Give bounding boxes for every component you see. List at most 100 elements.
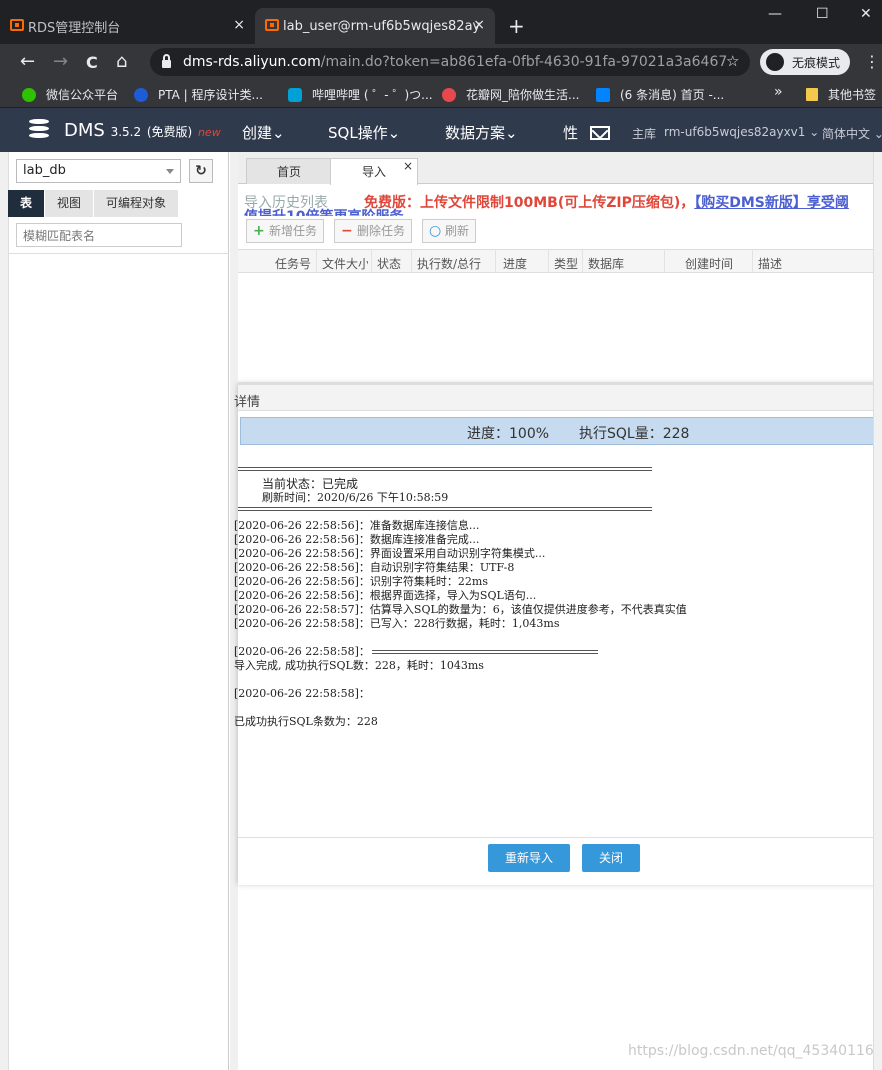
menu-create[interactable]: 创建⌄ bbox=[242, 122, 285, 143]
language-selector[interactable]: 简体中文 ⌄ bbox=[822, 125, 882, 142]
bilibili-icon bbox=[288, 87, 302, 102]
maximize-button[interactable]: ☐ bbox=[816, 6, 829, 22]
database-select[interactable]: lab_db bbox=[16, 159, 181, 183]
tab-programmable-objects[interactable]: 可编程对象 bbox=[94, 190, 178, 217]
bookmark-pta[interactable]: PTA | 程序设计类... bbox=[134, 86, 263, 103]
dms-name: DMS bbox=[64, 120, 105, 141]
dms-title: DMS 3.5.2 (免费版) new bbox=[64, 120, 221, 141]
add-task-button[interactable]: + 新增任务 bbox=[246, 219, 325, 243]
lock-icon bbox=[162, 54, 171, 68]
refresh-time-line: 刷新时间：2020/6/26 下午10:58:59 bbox=[262, 491, 449, 504]
tab-close-icon[interactable]: × bbox=[403, 153, 413, 179]
refresh-label: 刷新 bbox=[445, 224, 470, 238]
column-progress[interactable]: 进度 bbox=[503, 255, 527, 272]
tab-close-icon[interactable]: × bbox=[233, 17, 245, 33]
column-status[interactable]: 状态 bbox=[377, 255, 401, 272]
forward-button[interactable]: → bbox=[53, 51, 68, 72]
chevron-down-icon bbox=[166, 169, 174, 174]
browser-tab-rds-console[interactable]: RDS管理控制台 × bbox=[0, 8, 255, 44]
bookmark-wechat[interactable]: 微信公众平台 bbox=[22, 86, 118, 103]
new-tab-button[interactable]: + bbox=[508, 14, 525, 38]
import-log: 当前状态：已完成 刷新时间：2020/6/26 下午10:58:59 [2020… bbox=[234, 461, 882, 769]
bookmark-star-icon[interactable]: ☆ bbox=[726, 52, 739, 70]
home-button[interactable]: ⌂ bbox=[116, 51, 127, 72]
database-select-value: lab_db bbox=[23, 163, 66, 178]
log-line: [2020-06-26 22:58:56]：自动识别字符集结果：UTF-8 bbox=[234, 561, 515, 574]
bookmark-zhihu[interactable]: (6 条消息) 首页 -... bbox=[596, 86, 724, 103]
delete-task-button[interactable]: − 删除任务 bbox=[334, 219, 413, 243]
instance-selector[interactable]: rm-uf6b5wqjes82ayxv1 ⌄ bbox=[664, 125, 819, 139]
sidebar-divider bbox=[8, 253, 229, 254]
tab-views[interactable]: 视图 bbox=[45, 190, 93, 217]
column-type[interactable]: 类型 bbox=[554, 255, 578, 272]
page-scrollbar[interactable] bbox=[873, 152, 882, 1070]
pta-icon bbox=[134, 87, 148, 102]
bookmark-huaban[interactable]: 花瓣网_陪你做生活... bbox=[442, 86, 579, 103]
column-database[interactable]: 数据库 bbox=[588, 255, 624, 272]
final-line: 已成功执行SQL条数为：228 bbox=[234, 715, 378, 728]
tab-home[interactable]: 首页 bbox=[246, 158, 332, 184]
menu-data-solutions[interactable]: 数据方案⌄ bbox=[445, 122, 518, 143]
column-created-time[interactable]: 创建时间 bbox=[685, 255, 733, 272]
close-dialog-button[interactable]: 关闭 bbox=[582, 844, 640, 872]
bookmarks-more-button[interactable]: » bbox=[774, 84, 783, 100]
dialog-footer: 重新导入 关闭 bbox=[238, 837, 882, 885]
incognito-label: 无痕模式 bbox=[792, 55, 841, 70]
url-path: /main.do?token=ab861efa-0fbf-4630-91fa-9… bbox=[320, 54, 728, 70]
tab-tables[interactable]: 表 bbox=[8, 190, 44, 217]
object-type-tabs: 表 视图 可编程对象 bbox=[8, 190, 228, 217]
other-bookmarks[interactable]: 其他书签 bbox=[806, 86, 876, 103]
browser-tab-dms[interactable]: lab_user@rm-uf6b5wqjes82ay × bbox=[255, 8, 495, 44]
tab-close-icon[interactable]: × bbox=[473, 17, 485, 33]
huaban-icon bbox=[442, 87, 456, 102]
column-file-size[interactable]: 文件大小 bbox=[322, 255, 368, 272]
log-divider bbox=[238, 507, 652, 511]
dialog-titlebar bbox=[238, 385, 882, 411]
new-badge: new bbox=[197, 126, 221, 139]
import-progress-bar: 进度：100% 执行SQL量：228 bbox=[240, 417, 882, 445]
refresh-button[interactable]: ○ 刷新 bbox=[422, 219, 477, 243]
refresh-objects-button[interactable]: ↻ bbox=[189, 159, 213, 183]
bookmarks-bar: 微信公众平台 PTA | 程序设计类... 哔哩哔哩 ( ゜- ゜)つ... 花… bbox=[0, 80, 882, 108]
summary-line: 导入完成, 成功执行SQL数：228，耗时：1043ms bbox=[234, 659, 484, 672]
browser-tab-title: RDS管理控制台 bbox=[28, 20, 121, 36]
column-description[interactable]: 描述 bbox=[758, 255, 782, 272]
table-filter-input[interactable]: 模糊匹配表名 bbox=[16, 223, 182, 247]
browser-tab-title: lab_user@rm-uf6b5wqjes82ay bbox=[283, 18, 481, 34]
log-line: [2020-06-26 22:58:58]：已写入：228行数据，耗时：1,04… bbox=[234, 617, 560, 630]
dialog-title: 详情 bbox=[234, 395, 261, 410]
tab-import[interactable]: 导入 × bbox=[330, 158, 418, 185]
log-line: [2020-06-26 22:58:56]：界面设置采用自动识别字符集模式... bbox=[234, 547, 546, 560]
log-line: [2020-06-26 22:58:56]：根据界面选择，导入为SQL语句... bbox=[234, 589, 537, 602]
summary-time: [2020-06-26 22:58:58]： bbox=[234, 645, 370, 658]
reimport-button[interactable]: 重新导入 bbox=[488, 844, 570, 872]
bookmark-label: 其他书签 bbox=[828, 88, 877, 102]
back-button[interactable]: ← bbox=[20, 51, 35, 72]
workspace-tabs: 首页 导入 × bbox=[238, 152, 882, 185]
log-divider bbox=[372, 650, 598, 654]
mail-icon[interactable] bbox=[590, 126, 610, 140]
final-time: [2020-06-26 22:58:58]： bbox=[234, 687, 370, 700]
minimize-button[interactable]: — bbox=[768, 6, 782, 22]
bookmark-bilibili[interactable]: 哔哩哔哩 ( ゜- ゜)つ... bbox=[288, 86, 433, 103]
bookmark-label: 微信公众平台 bbox=[46, 88, 119, 102]
menu-sql-operations[interactable]: SQL操作⌄ bbox=[328, 122, 400, 143]
folder-icon bbox=[806, 88, 818, 101]
incognito-badge[interactable]: 无痕模式 bbox=[760, 49, 851, 75]
main-db-label: 主库 bbox=[632, 127, 657, 141]
reload-button[interactable]: C bbox=[86, 53, 98, 72]
log-line: [2020-06-26 22:58:57]：估算导入SQL的数量为：6，该值仅提… bbox=[234, 603, 687, 616]
progress-label: 进度：100% bbox=[467, 426, 550, 442]
browser-menu-icon[interactable]: ⋮ bbox=[864, 52, 880, 71]
aliyun-favicon-icon bbox=[265, 19, 279, 31]
menu-performance[interactable]: 性 bbox=[563, 122, 578, 143]
address-bar[interactable]: dms-rds.aliyun.com/main.do?token=ab861ef… bbox=[150, 48, 750, 76]
column-executed-total[interactable]: 执行数/总行 bbox=[417, 255, 481, 272]
task-table-header: 任务号 文件大小 状态 执行数/总行 进度 类型 数据库 创建时间 描述 bbox=[238, 249, 882, 273]
log-line: [2020-06-26 22:58:56]：准备数据库连接信息... bbox=[234, 519, 480, 532]
object-sidebar: lab_db ↻ 表 视图 可编程对象 模糊匹配表名 bbox=[0, 152, 229, 1070]
aliyun-favicon-icon bbox=[10, 19, 24, 31]
column-task-id[interactable]: 任务号 bbox=[275, 255, 311, 272]
window-close-button[interactable]: ✕ bbox=[860, 6, 872, 22]
log-line: [2020-06-26 22:58:56]：识别字符集耗时：22ms bbox=[234, 575, 488, 588]
